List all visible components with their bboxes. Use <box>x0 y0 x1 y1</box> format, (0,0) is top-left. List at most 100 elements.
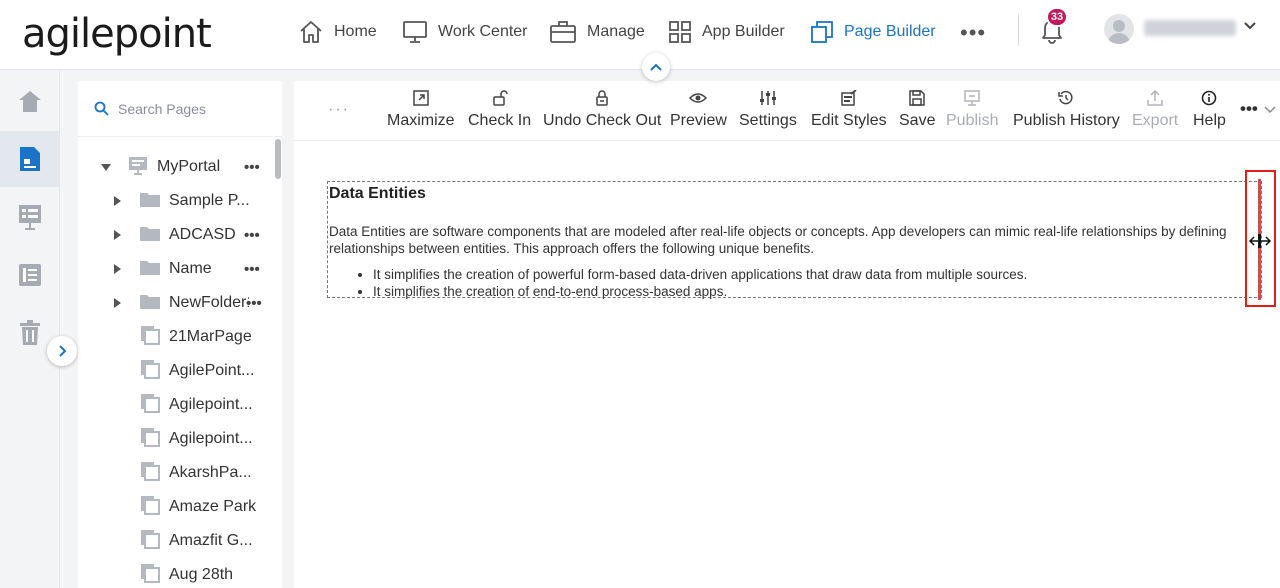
rail-home[interactable] <box>0 73 60 129</box>
chevron-down-icon[interactable] <box>1264 103 1276 115</box>
maximize-label: Maximize <box>387 112 455 129</box>
pages-tree-panel: MyPortal ••• Sample P... ADCASD ••• Name… <box>78 81 282 588</box>
username-blurred[interactable] <box>1144 20 1236 36</box>
tree-item-page[interactable]: 21MarPage <box>78 320 274 354</box>
caret-right-icon[interactable] <box>111 229 123 241</box>
tree-item-label: Amazfit G... <box>169 532 253 549</box>
tree-item-page[interactable]: Agilepoint... <box>78 388 274 422</box>
chevron-up-icon <box>650 63 662 71</box>
tree-item-menu-button[interactable]: ••• <box>244 261 260 278</box>
settings-button[interactable]: Settings <box>739 87 797 137</box>
toolbar-more-button[interactable]: ••• <box>1240 99 1258 119</box>
content-paragraph: Data Entities are software components th… <box>329 224 1227 256</box>
nav-manage[interactable]: Manage <box>549 16 645 48</box>
tree-item-label: 21MarPage <box>169 328 252 345</box>
tree-item-page[interactable]: Agilepoint... <box>78 422 274 456</box>
page-icon <box>140 325 160 350</box>
tree-item-root[interactable]: MyPortal ••• <box>78 150 274 184</box>
tree-item-page[interactable]: AgilePoint... <box>78 354 274 388</box>
expand-panel-button[interactable] <box>47 336 77 366</box>
caret-right-icon[interactable] <box>111 297 123 309</box>
check-in-button[interactable]: Check In <box>468 87 531 137</box>
tree-item-page[interactable]: Amaze Park <box>78 490 274 524</box>
edit-styles-button[interactable]: Edit Styles <box>811 87 887 137</box>
undo-lock-icon <box>596 90 608 106</box>
search-icon <box>94 101 109 116</box>
tree-item-page[interactable]: AkarshPa... <box>78 456 274 490</box>
nav-page-builder-label: Page Builder <box>844 23 936 40</box>
page-editor-workspace: ··· Maximize Check In Undo Check Out Pre… <box>294 81 1280 588</box>
save-button[interactable]: Save <box>899 87 935 137</box>
sliders-icon <box>759 91 776 105</box>
tree-item-menu-button[interactable]: ••• <box>246 295 262 312</box>
settings-label: Settings <box>739 112 797 129</box>
toolbar-drag-handle[interactable]: ··· <box>328 101 350 119</box>
page-canvas[interactable]: Data Entities Data Entities are software… <box>294 142 1280 588</box>
maximize-button[interactable]: Maximize <box>387 87 455 137</box>
publish-button[interactable]: Publish <box>946 87 998 137</box>
edit-styles-label: Edit Styles <box>811 112 887 129</box>
undo-check-out-label: Undo Check Out <box>543 112 662 129</box>
chevron-down-icon[interactable] <box>1243 19 1257 33</box>
chevron-right-icon <box>59 345 67 357</box>
caret-right-icon[interactable] <box>111 263 123 275</box>
nav-work-center[interactable]: Work Center <box>402 16 528 48</box>
eye-icon <box>689 93 708 103</box>
tree-item-menu-button[interactable]: ••• <box>244 159 260 176</box>
home-icon <box>19 91 41 112</box>
tree-item-folder[interactable]: ADCASD ••• <box>78 218 274 252</box>
collapse-header-button[interactable] <box>642 53 670 81</box>
tree-item-folder[interactable]: NewFolder1 ••• <box>78 286 274 320</box>
trash-icon <box>20 320 40 345</box>
page-icon <box>140 461 160 486</box>
page-icon <box>140 529 160 554</box>
save-icon <box>909 90 925 106</box>
export-button[interactable]: Export <box>1132 87 1178 137</box>
search-input[interactable] <box>118 100 268 117</box>
page-icon <box>140 427 160 452</box>
tree-item-label: Sample P... <box>169 192 249 209</box>
tree-item-folder[interactable]: Sample P... <box>78 184 274 218</box>
publish-history-button[interactable]: Publish History <box>1013 87 1120 137</box>
tree-item-page[interactable]: Amazfit G... <box>78 524 274 558</box>
tree-item-label: Agilepoint... <box>169 430 253 447</box>
rail-forms[interactable] <box>0 189 60 245</box>
tree-item-menu-button[interactable]: ••• <box>244 227 260 244</box>
preview-button[interactable]: Preview <box>670 87 727 137</box>
portal-icon <box>128 155 148 180</box>
help-button[interactable]: Help <box>1193 87 1226 137</box>
nav-more-button[interactable]: ••• <box>960 20 986 46</box>
avatar[interactable] <box>1104 14 1134 44</box>
nav-page-builder[interactable]: Page Builder <box>810 16 936 48</box>
page-icon <box>140 563 160 588</box>
page-icon <box>140 495 160 520</box>
undo-check-out-button[interactable]: Undo Check Out <box>543 87 661 137</box>
agilepoint-logo[interactable]: agilepoint <box>22 12 212 56</box>
caret-right-icon[interactable] <box>111 195 123 207</box>
tree-scrollbar[interactable] <box>275 139 281 179</box>
export-label: Export <box>1132 112 1179 129</box>
folder-icon <box>139 292 161 315</box>
tree-item-folder[interactable]: Name ••• <box>78 252 274 286</box>
check-in-label: Check In <box>468 112 532 129</box>
editor-toolbar: ··· Maximize Check In Undo Check Out Pre… <box>294 81 1280 141</box>
history-icon <box>1058 90 1073 105</box>
nav-divider <box>1018 14 1019 46</box>
rail-pages[interactable] <box>0 131 60 187</box>
tree-item-label: Name <box>169 260 212 277</box>
nav-app-builder[interactable]: App Builder <box>668 16 785 48</box>
tree-item-label: AkarshPa... <box>169 464 252 481</box>
tree-item-page[interactable]: Aug 28th <box>78 558 274 588</box>
notification-badge: 33 <box>1046 7 1068 27</box>
list-item: It simplifies the creation of powerful f… <box>373 266 1261 283</box>
rail-list[interactable] <box>0 247 60 303</box>
caret-down-icon[interactable] <box>100 161 112 173</box>
folder-icon <box>139 190 161 213</box>
publish-icon <box>964 90 980 106</box>
rich-text-control[interactable]: Data Entities Data Entities are software… <box>327 181 1262 299</box>
nav-home[interactable]: Home <box>298 16 377 48</box>
tree-item-label: NewFolder1 <box>169 294 249 311</box>
search-pages <box>78 81 282 137</box>
resize-highlight-box <box>1245 170 1276 307</box>
export-icon <box>1147 90 1163 106</box>
